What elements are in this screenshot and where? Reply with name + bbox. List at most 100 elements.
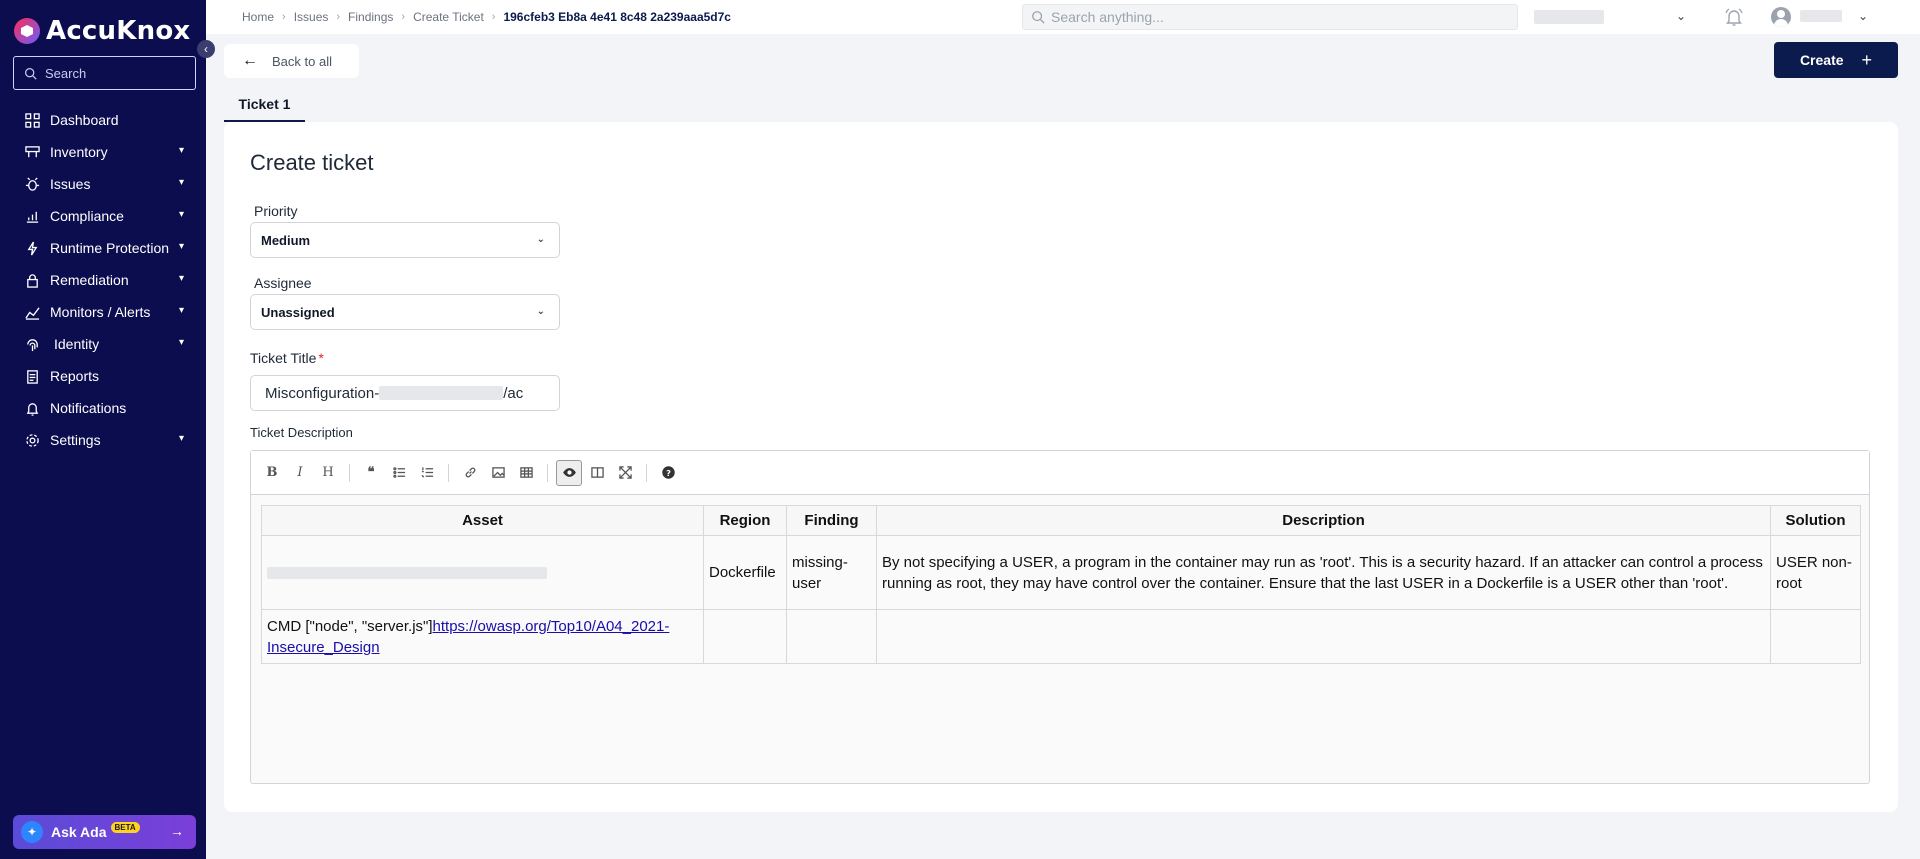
side-by-side-icon[interactable] [584, 460, 610, 486]
chevron-down-icon: ▾ [178, 241, 184, 252]
column-header-finding: Finding [786, 505, 877, 536]
description-cell: By not specifying a USER, a program in t… [876, 535, 1771, 610]
findings-table: Asset Region Finding Description Solutio… [261, 505, 1861, 664]
breadcrumb: Home › Issues › Findings › Create Ticket… [242, 10, 731, 24]
redacted-text [379, 386, 504, 400]
user-avatar[interactable] [1771, 7, 1791, 27]
priority-value: Medium [261, 232, 311, 248]
ticket-title-prefix: Misconfiguration- [265, 384, 380, 402]
breadcrumb-create-ticket[interactable]: Create Ticket [413, 10, 484, 24]
sidebar-item-compliance[interactable]: Compliance ▾ [0, 200, 206, 232]
assignee-value: Unassigned [261, 304, 335, 320]
chevron-right-icon: › [282, 11, 286, 23]
column-header-region: Region [703, 505, 787, 536]
solution-cell [1770, 609, 1861, 664]
breadcrumb-home[interactable]: Home [242, 10, 274, 24]
italic-icon[interactable]: I [287, 460, 313, 486]
column-header-solution: Solution [1770, 505, 1861, 536]
toolbar-divider [349, 463, 350, 482]
table-header-row: Asset Region Finding Description Solutio… [261, 505, 1861, 536]
sidebar-item-label: Runtime Protection [50, 240, 170, 256]
lock-icon [24, 272, 40, 288]
bold-icon[interactable]: B [259, 460, 285, 486]
sidebar-item-label: Inventory [50, 144, 108, 160]
collapse-sidebar-button[interactable]: ‹ [197, 40, 215, 58]
sidebar-item-settings[interactable]: Settings ▾ [0, 424, 206, 456]
breadcrumb-current: 196cfeb3 Eb8a 4e41 8c48 2a239aaa5d7c [503, 10, 731, 24]
chevron-down-icon: ▾ [178, 177, 184, 188]
sidebar-item-identity[interactable]: Identity ▾ [0, 328, 206, 360]
preview-eye-icon[interactable] [556, 459, 582, 486]
toolbar-divider [448, 463, 449, 482]
chevron-down-icon[interactable]: ⌄ [1676, 9, 1686, 23]
sidebar-item-inventory[interactable]: Inventory ▾ [0, 136, 206, 168]
sidebar-item-label: Settings [50, 432, 101, 448]
arrow-left-icon: ← [242, 52, 258, 69]
sidebar-search-placeholder: Search [45, 65, 87, 81]
image-icon[interactable] [485, 460, 511, 486]
ask-ada-button[interactable]: ✦ Ask Ada BETA → [13, 815, 196, 849]
table-icon[interactable] [513, 460, 539, 486]
finding-cell: missing-user [786, 535, 877, 610]
markdown-editor[interactable]: B I H ❝ ? Asset Region Finding Descripti… [250, 450, 1870, 784]
link-icon[interactable] [457, 460, 483, 486]
chevron-right-icon: › [401, 11, 406, 23]
fullscreen-icon[interactable] [612, 460, 638, 486]
sidebar-item-label: Compliance [50, 208, 124, 224]
arrow-right-icon: → [170, 823, 184, 839]
chevron-down-icon: ▾ [178, 305, 184, 316]
chevron-down-icon: ⌄ [536, 234, 545, 245]
region-cell [703, 609, 787, 664]
breadcrumb-findings[interactable]: Findings [348, 10, 393, 24]
assignee-select[interactable]: Unassigned ⌄ [250, 294, 560, 330]
sidebar-item-remediation[interactable]: Remediation ▾ [0, 264, 206, 296]
ticket-title-label: Ticket Title * [250, 350, 324, 366]
sidebar-item-label: Remediation [50, 272, 129, 288]
ticket-title-input[interactable]: Misconfiguration- /ac [250, 375, 560, 411]
tab-ticket-1[interactable]: Ticket 1 [224, 88, 305, 122]
logo-text: AccuKnox [46, 16, 191, 46]
bar-chart-icon [24, 208, 40, 224]
asset-cell [261, 535, 704, 610]
back-to-all-label: Back to all [272, 53, 332, 69]
breadcrumb-issues[interactable]: Issues [294, 10, 329, 24]
sidebar-item-label: Notifications [50, 400, 127, 416]
heading-icon[interactable]: H [315, 460, 341, 486]
create-label: Create [1799, 52, 1844, 68]
sidebar-item-notifications[interactable]: Notifications [0, 392, 206, 424]
sidebar-item-issues[interactable]: Issues ▾ [0, 168, 206, 200]
sidebar-item-dashboard[interactable]: Dashboard [0, 104, 206, 136]
create-ticket-card: Create ticket Priority Medium ⌄ Assignee… [224, 122, 1898, 812]
chevron-right-icon: › [336, 11, 341, 23]
sidebar-item-reports[interactable]: Reports [0, 360, 206, 392]
unordered-list-icon[interactable] [386, 460, 412, 486]
bolt-icon [24, 240, 40, 256]
region-cell: Dockerfile [703, 535, 787, 610]
global-search-input[interactable]: Search anything... [1022, 4, 1518, 30]
create-button[interactable]: Create + [1774, 42, 1898, 78]
chevron-down-icon: ▾ [178, 433, 184, 444]
back-to-all-button[interactable]: ← Back to all [224, 44, 359, 78]
column-header-asset: Asset [261, 505, 704, 536]
toolbar-divider [547, 463, 548, 482]
chevron-down-icon[interactable]: ⌄ [1858, 9, 1868, 23]
sidebar-search-input[interactable]: Search [13, 56, 196, 90]
ordered-list-icon[interactable] [414, 460, 440, 486]
sidebar-item-runtime-protection[interactable]: Runtime Protection ▾ [0, 232, 206, 264]
accuknox-logo[interactable]: AccuKnox [14, 16, 190, 46]
sidebar-item-monitors-alerts[interactable]: Monitors / Alerts ▾ [0, 296, 206, 328]
priority-select[interactable]: Medium ⌄ [250, 222, 560, 258]
plus-icon: + [1861, 49, 1873, 70]
ticket-title-suffix: /ac [503, 384, 524, 402]
tab-label: Ticket 1 [238, 96, 291, 112]
user-name-redacted [1800, 10, 1842, 22]
sidebar-item-label: Reports [50, 368, 100, 384]
markdown-preview: Asset Region Finding Description Solutio… [261, 505, 1861, 664]
logo-icon [14, 18, 40, 44]
help-guide-icon[interactable]: ? [655, 460, 681, 486]
notification-bell-icon[interactable] [1724, 7, 1744, 27]
asset-command-text: CMD ["node", "server.js"] [267, 617, 433, 635]
tenant-selector-redacted[interactable] [1534, 10, 1604, 24]
quote-icon[interactable]: ❝ [358, 460, 384, 486]
sidebar-item-label: Issues [50, 176, 91, 192]
